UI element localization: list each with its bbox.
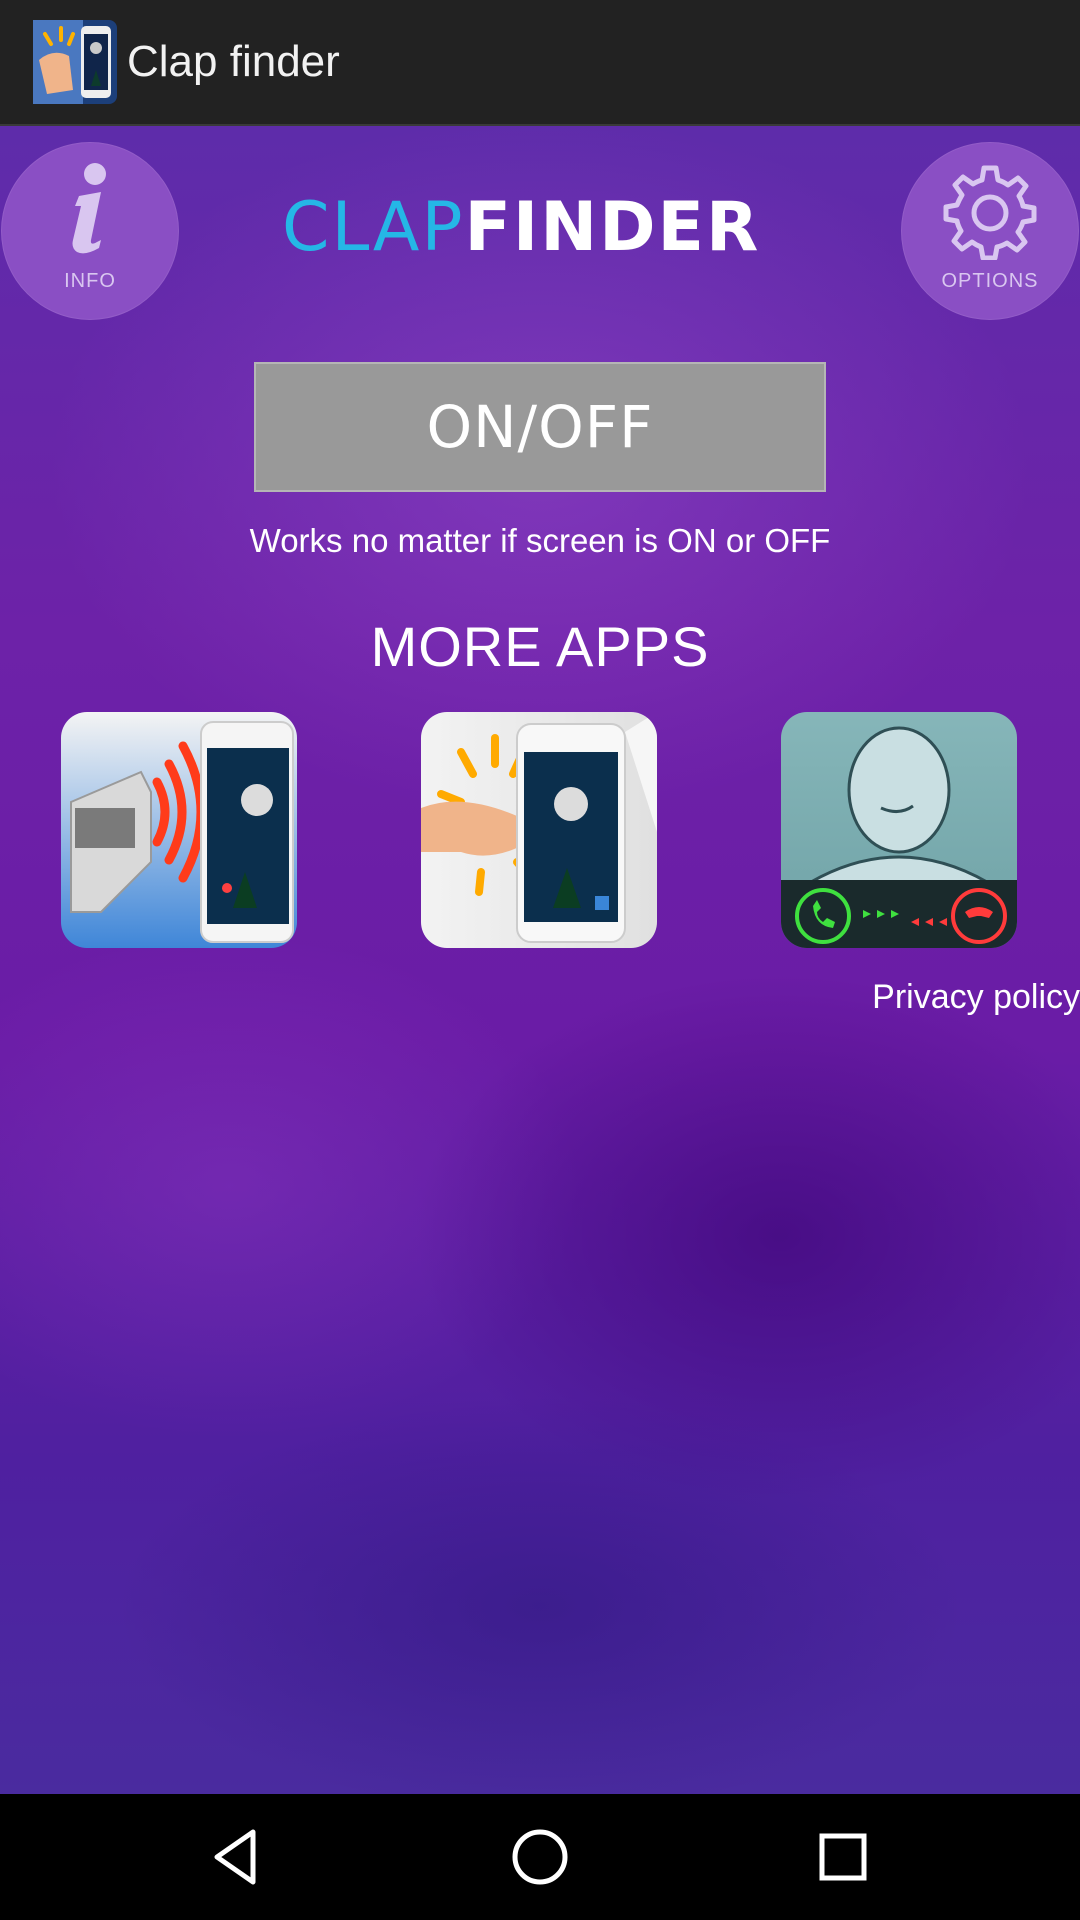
more-app-caller-announcer[interactable]: [781, 712, 1017, 948]
navigation-bar: [0, 1794, 1080, 1920]
caller-name-announcer-icon: [781, 712, 1017, 948]
whistle-phone-finder-icon: [61, 712, 297, 948]
gear-icon: [940, 160, 1040, 265]
app-icon: [33, 20, 117, 104]
main-content: INFO CLAPFINDER OPTIONS ON/OFF Works no …: [0, 126, 1080, 1794]
info-label: INFO: [64, 270, 116, 292]
recents-icon[interactable]: [808, 1822, 878, 1892]
logo-finder: FINDER: [464, 188, 761, 267]
options-label: OPTIONS: [941, 270, 1039, 292]
app-title: Clap finder: [127, 37, 340, 86]
on-off-button[interactable]: ON/OFF: [254, 362, 826, 492]
home-icon[interactable]: [505, 1822, 575, 1892]
screen: Clap finder INFO CLAPFINDER OPTIONS ON/O…: [0, 0, 1080, 1920]
action-bar: Clap finder: [0, 0, 1080, 126]
options-button[interactable]: OPTIONS: [901, 142, 1079, 320]
more-app-clap-finder[interactable]: [421, 712, 657, 948]
info-button[interactable]: INFO: [1, 142, 179, 320]
logo-clap: CLAP: [282, 188, 465, 267]
clap-phone-finder-icon: [421, 712, 657, 948]
more-app-whistle-finder[interactable]: [61, 712, 297, 948]
clapfinder-logo: CLAPFINDER: [282, 188, 760, 268]
info-icon: [55, 160, 125, 265]
back-icon[interactable]: [203, 1822, 273, 1892]
privacy-policy-link[interactable]: Privacy policy: [872, 978, 1080, 1017]
more-apps-title: MORE APPS: [370, 615, 710, 678]
description-text: Works no matter if screen is ON or OFF: [249, 522, 831, 559]
